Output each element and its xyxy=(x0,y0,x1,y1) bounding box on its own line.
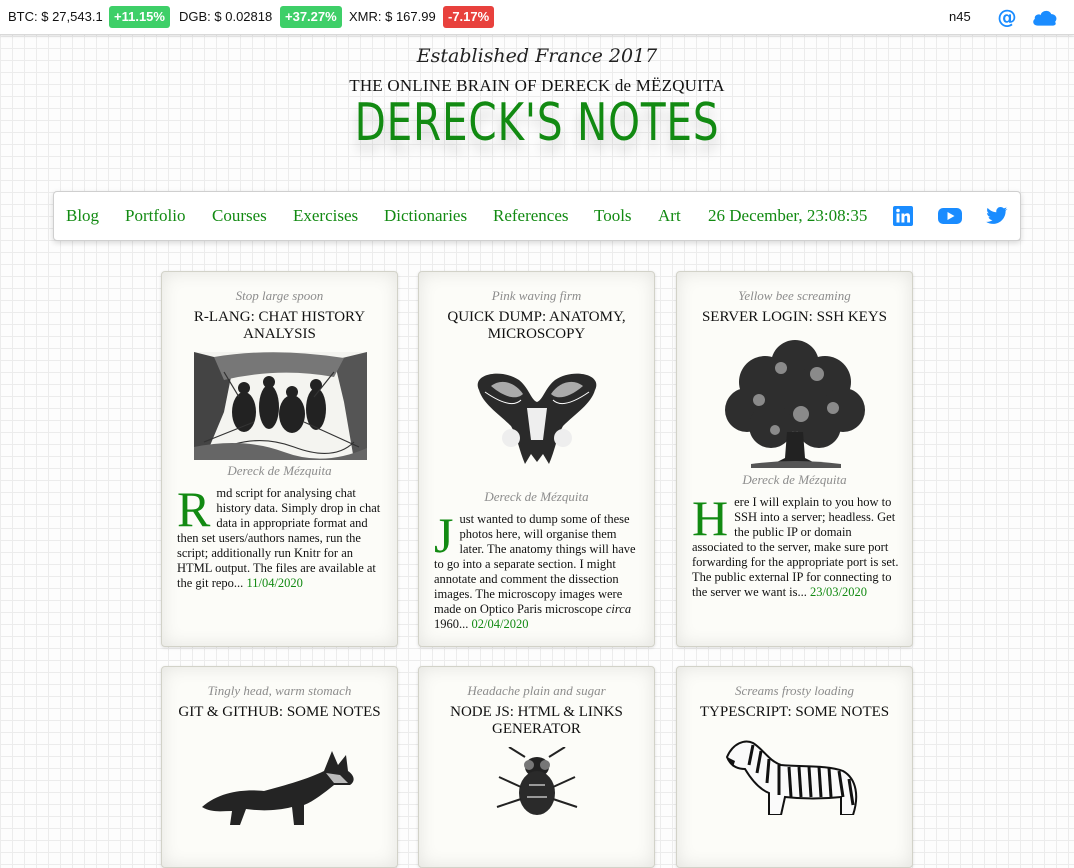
card-date[interactable]: 11/04/2020 xyxy=(246,576,302,590)
nav-courses[interactable]: Courses xyxy=(212,206,267,226)
party-engraving-image xyxy=(194,352,367,460)
article-card[interactable]: Screams frosty loading TYPESCRIPT: SOME … xyxy=(676,666,913,868)
at-sign-icon[interactable]: @ xyxy=(996,6,1018,28)
card-text-emphasis: circa xyxy=(605,602,632,616)
nav-art[interactable]: Art xyxy=(658,206,681,226)
ticker-btc: BTC: $ 27,543.1 xyxy=(8,9,103,24)
nav-portfolio[interactable]: Portfolio xyxy=(125,206,185,226)
site-title[interactable]: DERECK'S NOTES xyxy=(118,93,956,153)
nav-dictionaries[interactable]: Dictionaries xyxy=(384,206,467,226)
card-dropcap: H xyxy=(692,490,729,546)
article-card[interactable]: Stop large spoon R-LANG: CHAT HISTORY AN… xyxy=(161,271,398,647)
youtube-icon[interactable] xyxy=(938,206,962,226)
card-text-before: ust wanted to dump some of these photos … xyxy=(434,512,636,616)
ticker-dgb-change: +37.27% xyxy=(280,6,342,28)
card-dropcap: J xyxy=(434,507,454,563)
fly-engraving-image xyxy=(496,747,578,815)
card-title[interactable]: GIT & GITHUB: SOME NOTES xyxy=(176,704,383,721)
nav-references[interactable]: References xyxy=(493,206,569,226)
card-title[interactable]: TYPESCRIPT: SOME NOTES xyxy=(691,704,898,721)
user-name[interactable]: n45 xyxy=(949,9,971,24)
card-kicker: Stop large spoon xyxy=(235,288,324,303)
card-excerpt: Rmd script for analysing chat history da… xyxy=(177,481,384,591)
article-card[interactable]: Tingly head, warm stomach GIT & GITHUB: … xyxy=(161,666,398,868)
card-title[interactable]: SERVER LOGIN: SSH KEYS xyxy=(691,309,898,326)
card-kicker: Headache plain and sugar xyxy=(467,683,606,698)
card-title[interactable]: R-LANG: CHAT HISTORY ANALYSIS xyxy=(176,309,383,343)
card-author: Dereck de Mézquita xyxy=(227,463,332,478)
zebra-engraving-image xyxy=(725,740,858,815)
ticker-xmr: XMR: $ 167.99 xyxy=(349,9,436,24)
ticker-dgb: DGB: $ 0.02818 xyxy=(179,9,273,24)
card-date[interactable]: 02/04/2020 xyxy=(472,617,529,631)
oak-tree-engraving-image xyxy=(725,340,865,468)
card-excerpt: Here I will explain to you how to SSH in… xyxy=(692,490,899,600)
article-card[interactable]: Yellow bee screaming SERVER LOGIN: SSH K… xyxy=(676,271,913,647)
crypto-ticker-bar: BTC: $ 27,543.1 +11.15% DGB: $ 0.02818 +… xyxy=(0,0,1074,35)
card-title[interactable]: NODE JS: HTML & LINKS GENERATOR xyxy=(433,704,640,738)
ticker-btc-change: +11.15% xyxy=(109,6,170,28)
card-author: Dereck de Mézquita xyxy=(484,489,589,504)
fox-engraving-image xyxy=(202,751,354,825)
card-kicker: Tingly head, warm stomach xyxy=(207,683,352,698)
pelvis-engraving-image xyxy=(477,373,597,464)
card-dropcap: R xyxy=(177,481,211,537)
card-kicker: Screams frosty loading xyxy=(735,683,854,698)
card-title[interactable]: QUICK DUMP: ANATOMY, MICROSCOPY xyxy=(433,309,640,343)
card-text-after: 1960... xyxy=(434,617,469,631)
established-tagline: Established France 2017 xyxy=(416,45,658,67)
nav-exercises[interactable]: Exercises xyxy=(293,206,358,226)
article-card[interactable]: Pink waving firm QUICK DUMP: ANATOMY, MI… xyxy=(418,271,655,647)
twitter-icon[interactable] xyxy=(986,206,1008,226)
linkedin-icon[interactable] xyxy=(892,206,914,226)
svg-text:@: @ xyxy=(997,6,1016,28)
card-date[interactable]: 23/03/2020 xyxy=(810,585,867,599)
cloud-icon[interactable] xyxy=(1031,7,1058,27)
nav-clock: 26 December, 23:08:35 xyxy=(708,206,868,225)
card-author: Dereck de Mézquita xyxy=(742,472,847,487)
nav-blog[interactable]: Blog xyxy=(66,206,99,226)
main-navigation: Blog Portfolio Courses Exercises Diction… xyxy=(53,191,1021,241)
article-card[interactable]: Headache plain and sugar NODE JS: HTML &… xyxy=(418,666,655,868)
nav-tools[interactable]: Tools xyxy=(594,206,632,226)
card-kicker: Yellow bee screaming xyxy=(738,288,851,303)
ticker-xmr-change: -7.17% xyxy=(443,6,495,28)
card-kicker: Pink waving firm xyxy=(491,288,582,303)
card-excerpt: Just wanted to dump some of these photos… xyxy=(434,507,641,632)
